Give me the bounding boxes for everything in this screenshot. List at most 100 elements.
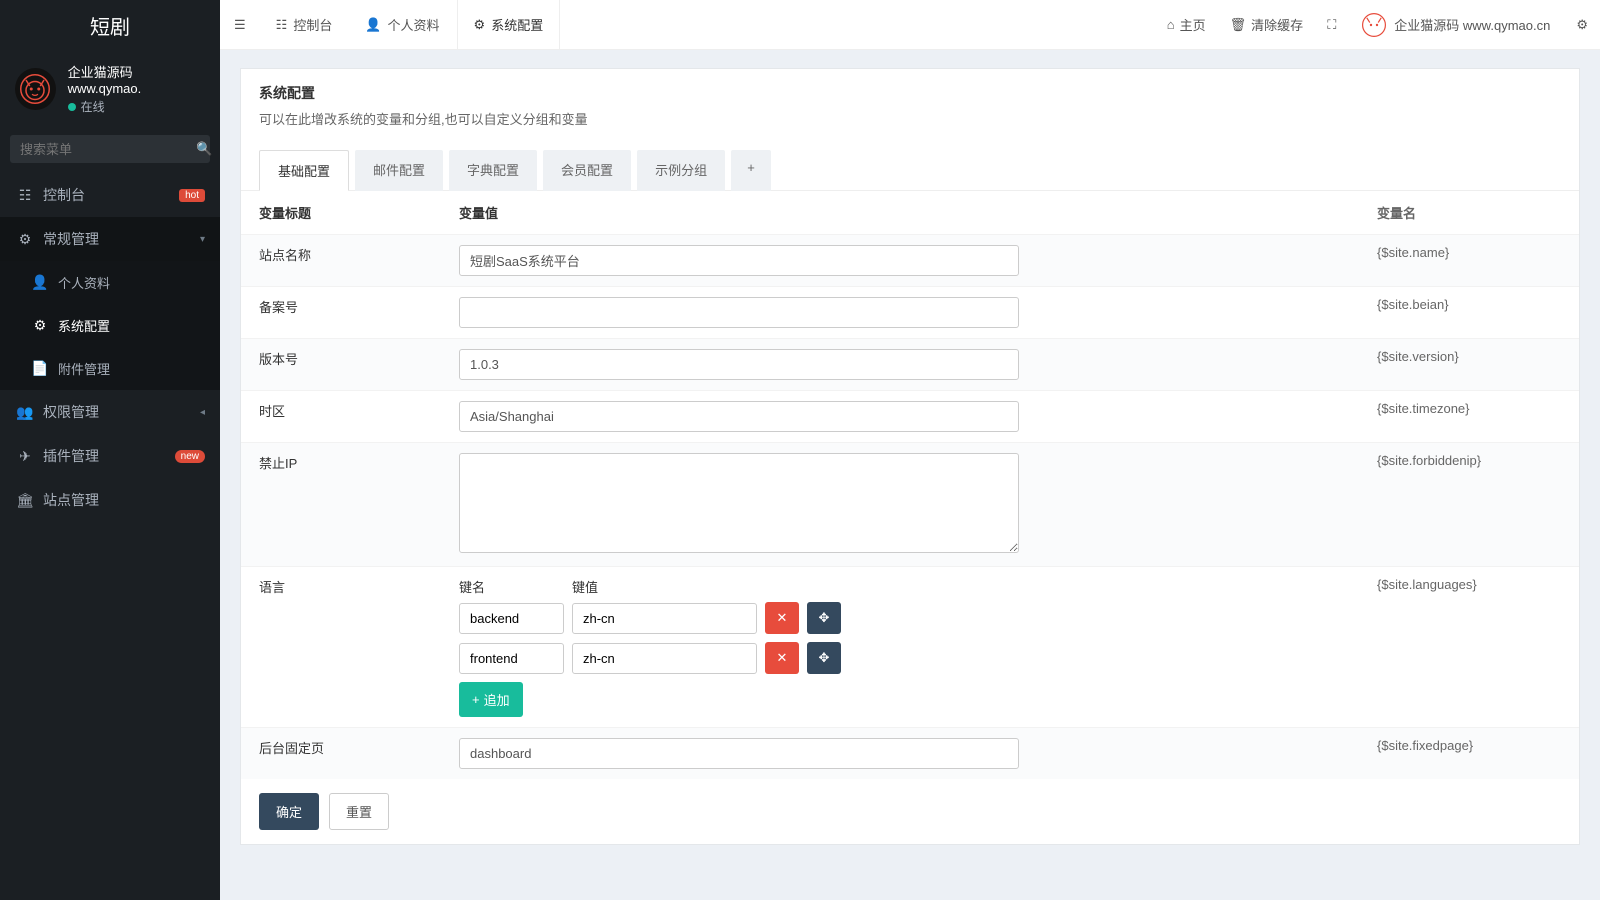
nav-label: 站点管理 — [43, 490, 99, 510]
kv-row-0: ✕ ✥ — [459, 602, 1341, 634]
top-tab-dashboard[interactable]: ☷ 控制台 — [260, 0, 350, 49]
bank-icon: 🏛 — [15, 492, 35, 509]
user-icon: 👤 — [30, 274, 50, 291]
row-languages: 语言 键名 键值 ✕ ✥ ✕ — [241, 567, 1579, 728]
kv-move-button[interactable]: ✥ — [807, 642, 841, 674]
tab-label: 控制台 — [293, 15, 332, 34]
tab-basic[interactable]: 基础配置 — [259, 150, 349, 191]
file-icon: 📄 — [30, 360, 50, 377]
move-icon: ✥ — [819, 650, 830, 666]
kv-val-input[interactable] — [572, 603, 757, 634]
plus-icon: + — [747, 160, 755, 175]
search-input[interactable] — [20, 142, 196, 157]
textarea-forbiddenip[interactable] — [459, 453, 1019, 553]
cell-var: {$site.languages} — [1359, 567, 1579, 728]
plus-icon: + — [472, 692, 480, 707]
kv-remove-button[interactable]: ✕ — [765, 602, 799, 634]
brand-label: 企业猫源码 www.qymao.cn — [1394, 15, 1550, 34]
move-icon: ✥ — [819, 610, 830, 626]
cat-avatar-icon — [20, 74, 50, 104]
cell-title: 版本号 — [241, 339, 441, 391]
sidebar-group-general: ⚙ 常规管理 ▾ 👤 个人资料 ⚙ 系统配置 📄 附件管理 — [0, 217, 220, 390]
kv-key-input[interactable] — [459, 603, 564, 634]
submit-button[interactable]: 确定 — [259, 793, 319, 830]
bars-icon: ☰ — [234, 17, 246, 33]
tab-mail[interactable]: 邮件配置 — [355, 150, 443, 191]
tab-dict[interactable]: 字典配置 — [449, 150, 537, 191]
config-table: 变量标题 变量值 变量名 站点名称 {$site.name} 备案号 {$sit… — [241, 190, 1579, 779]
gear-icon: ⚙ — [474, 17, 486, 33]
topbar: ☰ ☷ 控制台 👤 个人资料 ⚙ 系统配置 ⌂ 主页 🗑 清除缓存 ⛶ — [220, 0, 1600, 50]
cogs-icon: ⚙ — [15, 231, 35, 248]
reset-button[interactable]: 重置 — [329, 793, 389, 830]
top-settings[interactable]: ⚙ — [1564, 0, 1600, 49]
input-beian[interactable] — [459, 297, 1019, 328]
label: 主页 — [1180, 15, 1206, 34]
top-fullscreen[interactable]: ⛶ — [1315, 0, 1348, 49]
input-timezone[interactable] — [459, 401, 1019, 432]
top-tab-profile[interactable]: 👤 个人资料 — [349, 0, 456, 49]
label: 追加 — [484, 690, 510, 709]
nav-label: 控制台 — [43, 185, 85, 205]
sidebar-item-site[interactable]: 🏛 站点管理 — [0, 478, 220, 522]
input-fixedpage[interactable] — [459, 738, 1019, 769]
menu-toggle[interactable]: ☰ — [220, 0, 260, 49]
cell-title: 语言 — [241, 567, 441, 728]
panel-desc: 可以在此增改系统的变量和分组,也可以自定义分组和变量 — [259, 109, 1561, 128]
tab-label: 系统配置 — [491, 15, 543, 34]
search-icon[interactable]: 🔍 — [196, 141, 212, 157]
cell-var: {$site.beian} — [1359, 287, 1579, 339]
top-clear-cache[interactable]: 🗑 清除缓存 — [1218, 0, 1316, 49]
cell-title: 后台固定页 — [241, 728, 441, 780]
sidebar-item-auth[interactable]: 👥 权限管理 ◂ — [0, 390, 220, 434]
panel-title: 系统配置 — [259, 83, 1561, 103]
sidebar-item-dashboard[interactable]: ☷ 控制台 hot — [0, 173, 220, 217]
kv-val-input[interactable] — [572, 643, 757, 674]
panel: 系统配置 可以在此增改系统的变量和分组,也可以自定义分组和变量 基础配置 邮件配… — [240, 68, 1580, 845]
group-icon: 👥 — [15, 404, 35, 421]
top-user[interactable]: 企业猫源码 www.qymao.cn — [1348, 0, 1564, 49]
sidebar-user: 企业猫源码 www.qymao. 在线 — [0, 50, 220, 127]
times-icon: ✕ — [777, 610, 788, 626]
top-tab-config[interactable]: ⚙ 系统配置 — [457, 0, 561, 49]
tab-label: 个人资料 — [388, 15, 440, 34]
row-fixedpage: 后台固定页 {$site.fixedpage} — [241, 728, 1579, 780]
nav-label: 附件管理 — [58, 359, 110, 378]
row-beian: 备案号 {$site.beian} — [241, 287, 1579, 339]
top-home[interactable]: ⌂ 主页 — [1155, 0, 1218, 49]
cell-title: 站点名称 — [241, 235, 441, 287]
kv-move-button[interactable]: ✥ — [807, 602, 841, 634]
user-status: 在线 — [68, 98, 205, 115]
status-label: 在线 — [81, 98, 105, 115]
row-site-name: 站点名称 {$site.name} — [241, 235, 1579, 287]
tab-user[interactable]: 会员配置 — [543, 150, 631, 191]
config-tabs: 基础配置 邮件配置 字典配置 会员配置 示例分组 + — [241, 136, 1579, 191]
cell-var: {$site.timezone} — [1359, 391, 1579, 443]
tab-example[interactable]: 示例分组 — [637, 150, 725, 191]
sidebar-item-profile[interactable]: 👤 个人资料 — [0, 261, 220, 304]
avatar[interactable] — [15, 68, 56, 110]
cogs-icon: ⚙ — [1576, 17, 1588, 33]
expand-icon: ⛶ — [1327, 17, 1336, 33]
input-version[interactable] — [459, 349, 1019, 380]
sidebar-search[interactable]: 🔍 — [10, 135, 210, 163]
avatar-small — [1362, 13, 1386, 37]
badge-hot: hot — [179, 189, 205, 202]
tab-add[interactable]: + — [731, 150, 771, 191]
row-timezone: 时区 {$site.timezone} — [241, 391, 1579, 443]
home-icon: ⌂ — [1167, 17, 1175, 32]
kv-key-input[interactable] — [459, 643, 564, 674]
form-actions: 确定 重置 — [241, 779, 1579, 844]
kv-append-button[interactable]: + 追加 — [459, 682, 523, 717]
gear-icon: ⚙ — [30, 317, 50, 334]
sidebar-item-attachment[interactable]: 📄 附件管理 — [0, 347, 220, 390]
sidebar-item-config[interactable]: ⚙ 系统配置 — [0, 304, 220, 347]
sidebar-item-general[interactable]: ⚙ 常规管理 ▾ — [0, 217, 220, 261]
sidebar-item-addon[interactable]: ✈ 插件管理 new — [0, 434, 220, 478]
cat-avatar-icon — [1362, 13, 1386, 37]
input-site-name[interactable] — [459, 245, 1019, 276]
brand-title[interactable]: 短剧 — [0, 0, 220, 50]
kv-remove-button[interactable]: ✕ — [765, 642, 799, 674]
user-name: 企业猫源码 www.qymao. — [68, 62, 205, 96]
cell-title: 时区 — [241, 391, 441, 443]
